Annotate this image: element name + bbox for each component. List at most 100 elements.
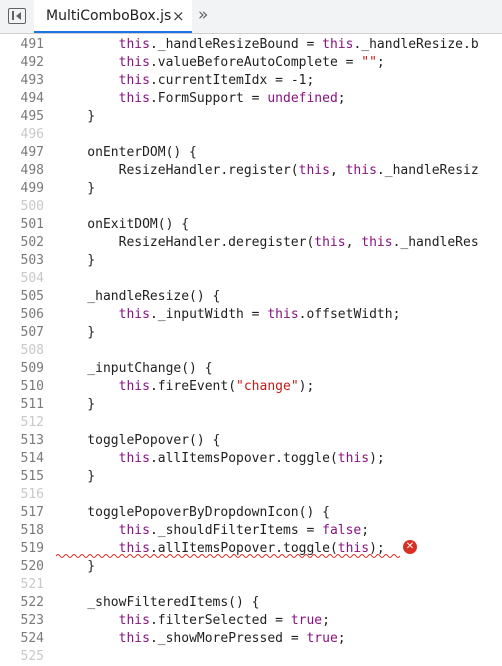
code-text: } [56,469,96,484]
line-number[interactable]: 494 [0,90,44,108]
code-line[interactable]: 522 _showFilteredItems() { [0,594,502,612]
line-number[interactable]: 515 [0,468,44,486]
code-text: this.currentItemIdx = -1; [118,73,315,88]
code-text: togglePopoverByDropdownIcon() { [56,505,330,520]
code-line[interactable]: 504 [0,270,502,288]
code-line[interactable]: 496 [0,126,502,144]
code-text: onExitDOM() { [56,217,190,232]
line-number[interactable]: 525 [0,648,44,666]
line-number[interactable]: 513 [0,432,44,450]
code-line[interactable]: 506 this._inputWidth = this.offsetWidth; [0,306,502,324]
code-line[interactable]: 491 this._handleResizeBound = this._hand… [0,36,502,54]
code-line[interactable]: 515 } [0,468,502,486]
line-number[interactable]: 499 [0,180,44,198]
line-number[interactable]: 520 [0,558,44,576]
error-icon[interactable]: ✕ [403,540,417,554]
code-line[interactable]: 511 } [0,396,502,414]
line-number[interactable]: 512 [0,414,44,432]
line-number[interactable]: 509 [0,360,44,378]
code-line[interactable]: 507 } [0,324,502,342]
string-literal: "" [361,55,377,70]
line-number[interactable]: 507 [0,324,44,342]
code-line[interactable]: 494 this.FormSupport = undefined; [0,90,502,108]
panel-toggle-arrow [16,12,21,20]
line-number[interactable]: 504 [0,270,44,288]
line-number[interactable]: 492 [0,54,44,72]
line-number[interactable]: 497 [0,144,44,162]
code-line[interactable]: 505 _handleResize() { [0,288,502,306]
code-line[interactable]: 499 } [0,180,502,198]
code-line[interactable]: 517 togglePopoverByDropdownIcon() { [0,504,502,522]
line-number[interactable]: 508 [0,342,44,360]
line-number[interactable]: 511 [0,396,44,414]
line-number[interactable]: 501 [0,216,44,234]
line-number[interactable]: 519 [0,540,44,558]
code-line[interactable]: 493 this.currentItemIdx = -1; [0,72,502,90]
line-number[interactable]: 524 [0,630,44,648]
keyword: this [118,613,150,628]
code-text: _inputChange() { [56,361,213,376]
code-line[interactable]: 497 onEnterDOM() { [0,144,502,162]
code-text: this._showMorePressed = true; [118,631,346,646]
code-line[interactable]: 516 [0,486,502,504]
code-line[interactable]: 501 onExitDOM() { [0,216,502,234]
keyword: this [118,451,150,466]
code-line[interactable]: 492 this.valueBeforeAutoComplete = ""; [0,54,502,72]
panel-toggle-bar [12,11,14,20]
close-icon[interactable]: × [172,7,185,25]
code-line[interactable]: 525 [0,648,502,666]
tab-title: MultiComboBox.js [46,8,172,24]
line-number[interactable]: 522 [0,594,44,612]
code-editor[interactable]: 491 this._handleResizeBound = this._hand… [0,36,502,664]
code-line[interactable]: 502 ResizeHandler.deregister(this, this.… [0,234,502,252]
code-line[interactable]: 510 this.fireEvent("change"); [0,378,502,396]
line-number[interactable]: 514 [0,450,44,468]
code-line[interactable]: 500 [0,198,502,216]
code-line[interactable]: 512 [0,414,502,432]
code-line[interactable]: 514 this.allItemsPopover.toggle(this); [0,450,502,468]
code-line[interactable]: 498 ResizeHandler.register(this, this._h… [0,162,502,180]
code-text: this.filterSelected = true; [118,613,330,628]
keyword: false [322,523,362,538]
line-number[interactable]: 496 [0,126,44,144]
code-text: } [56,559,96,574]
line-number[interactable]: 518 [0,522,44,540]
code-line[interactable]: 513 togglePopover() { [0,432,502,450]
more-tabs-icon[interactable]: » [198,5,208,25]
code-line[interactable]: 508 [0,342,502,360]
code-text: _handleResize() { [56,289,221,304]
line-number[interactable]: 517 [0,504,44,522]
code-line[interactable]: 509 _inputChange() { [0,360,502,378]
code-text: ResizeHandler.register(this, this._handl… [56,163,479,178]
code-text: } [56,325,96,340]
line-number[interactable]: 495 [0,108,44,126]
string-literal: "change" [236,379,299,394]
line-number[interactable]: 505 [0,288,44,306]
line-number[interactable]: 500 [0,198,44,216]
code-text: this._shouldFilterItems = false; [118,523,370,538]
line-number[interactable]: 498 [0,162,44,180]
line-number[interactable]: 523 [0,612,44,630]
line-number[interactable]: 491 [0,36,44,54]
code-line[interactable]: 521 [0,576,502,594]
code-line[interactable]: 523 this.filterSelected = true; [0,612,502,630]
keyword: this [118,73,150,88]
panel-toggle-icon[interactable] [8,8,26,24]
line-number[interactable]: 502 [0,234,44,252]
line-number[interactable]: 516 [0,486,44,504]
code-line[interactable]: 520 } [0,558,502,576]
keyword: this [337,451,370,466]
code-line[interactable]: 495 } [0,108,502,126]
code-line[interactable]: 518 this._shouldFilterItems = false; [0,522,502,540]
line-number[interactable]: 510 [0,378,44,396]
line-number[interactable]: 493 [0,72,44,90]
tab-multicombobox[interactable]: MultiComboBox.js × [34,0,192,33]
line-number[interactable]: 521 [0,576,44,594]
code-line[interactable]: 503 } [0,252,502,270]
line-number[interactable]: 503 [0,252,44,270]
tab-bar: MultiComboBox.js × » [0,0,502,34]
keyword: undefined [267,91,338,106]
code-line[interactable]: 524 this._showMorePressed = true; [0,630,502,648]
keyword: this [298,163,330,178]
line-number[interactable]: 506 [0,306,44,324]
